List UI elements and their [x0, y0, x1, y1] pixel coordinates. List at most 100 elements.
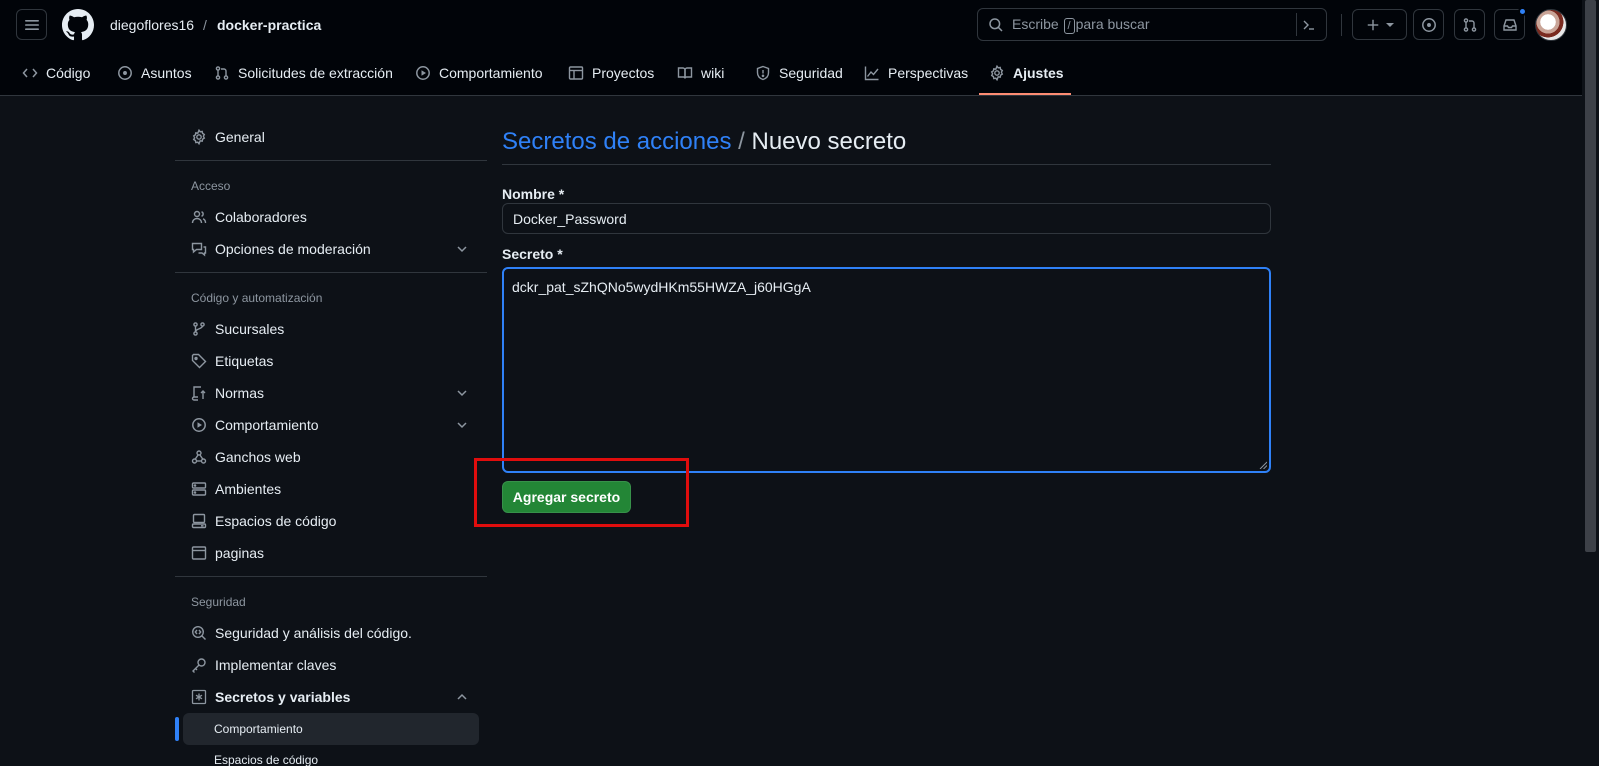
chevron-down-icon[interactable] [456, 419, 468, 431]
sidebar-item-webhooks[interactable]: Ganchos web [191, 447, 301, 467]
secret-value-field[interactable]: dckr_pat_sZhQNo5wydHKm55HWZA_j60HGgA [502, 267, 1271, 473]
search-placeholder-prefix: Escribe [1012, 15, 1059, 32]
sidebar-item-label: Etiquetas [215, 353, 274, 369]
tab-settings[interactable]: Ajustes [989, 54, 1064, 96]
top-header: diegoflores16 / docker-practica Escribe … [0, 0, 1599, 96]
sidebar-item-codespaces[interactable]: Espacios de código [191, 511, 336, 531]
your-issues-button[interactable] [1413, 9, 1444, 40]
server-icon [191, 482, 207, 496]
people-icon [191, 210, 207, 224]
shield-icon [756, 65, 770, 81]
caret-down-icon [1385, 22, 1394, 27]
repo-name-link[interactable]: docker-practica [217, 16, 321, 34]
key-icon [192, 658, 206, 673]
comment-discussion-icon [191, 242, 207, 257]
repo-push-icon [191, 386, 206, 401]
tag-icon [191, 353, 207, 369]
create-new-button[interactable] [1352, 9, 1407, 40]
title-divider [502, 164, 1271, 165]
sidebar-item-environments[interactable]: Ambientes [191, 479, 281, 499]
tab-label: Asuntos [141, 65, 192, 81]
gear-icon [990, 65, 1004, 81]
sidebar-divider [175, 576, 487, 577]
sidebar-item-label: Ganchos web [215, 449, 301, 465]
search-input[interactable]: Escribe / para buscar [977, 8, 1327, 41]
sidebar-item-moderation[interactable]: Opciones de moderación [191, 239, 371, 259]
tab-issues[interactable]: Asuntos [117, 54, 192, 96]
sidebar-subitem-codespaces[interactable]: Espacios de código [214, 753, 318, 766]
breadcrumb-secrets-link[interactable]: Secretos de acciones [502, 128, 731, 155]
repo-tabs: Código Asuntos Solicitudes de extracción… [0, 54, 1599, 96]
codespaces-icon [191, 513, 207, 529]
pull-request-icon [1463, 17, 1476, 32]
tab-label: Comportamiento [439, 65, 543, 81]
chevron-down-icon[interactable] [456, 243, 468, 255]
sidebar-item-label: Comportamiento [215, 417, 319, 433]
tab-label: Seguridad [779, 65, 843, 81]
sidebar-item-label: General [215, 129, 265, 145]
search-icon [989, 17, 1003, 32]
crumb-separator: / [203, 17, 207, 33]
tab-security[interactable]: Seguridad [755, 54, 843, 96]
sidebar-group-access: Acceso [191, 179, 231, 193]
resize-grip-icon[interactable] [1259, 461, 1267, 469]
sidebar-subitem-actions[interactable]: Comportamiento [214, 722, 303, 736]
sidebar-item-label: Opciones de moderación [215, 241, 371, 257]
sidebar-item-actions[interactable]: Comportamiento [191, 415, 319, 435]
chevron-up-icon[interactable] [456, 691, 468, 703]
unread-indicator [1518, 7, 1527, 16]
scrollbar-thumb[interactable] [1585, 0, 1596, 552]
annotation-highlight-box [474, 458, 689, 527]
menu-button[interactable] [16, 9, 47, 40]
tab-wiki[interactable]: wiki [677, 54, 724, 96]
search-placeholder: Escribe / para buscar [1012, 16, 1150, 34]
breadcrumb-current: Nuevo secreto [751, 128, 907, 155]
secret-name-field[interactable]: Docker_Password [502, 203, 1271, 234]
sidebar-item-secrets[interactable]: Secretos y variables [191, 687, 350, 707]
sidebar-item-tags[interactable]: Etiquetas [191, 351, 273, 371]
sidebar-item-deploy-keys[interactable]: Implementar claves [191, 655, 336, 675]
book-icon [677, 67, 693, 79]
sidebar-item-label: Seguridad y análisis del código. [215, 625, 412, 641]
tab-projects[interactable]: Proyectos [568, 54, 654, 96]
inbox-icon [1502, 18, 1517, 31]
table-icon [568, 66, 584, 80]
repo-owner-link[interactable]: diegoflores16 [110, 16, 194, 34]
tab-label: wiki [701, 65, 725, 81]
sidebar-item-branches[interactable]: Sucursales [191, 319, 284, 339]
sidebar-item-general[interactable]: General [191, 127, 265, 147]
your-pull-requests-button[interactable] [1454, 9, 1485, 40]
gear-icon [192, 129, 206, 145]
sidebar-item-collaborators[interactable]: Colaboradores [191, 207, 307, 227]
sidebar-item-label: Implementar claves [215, 657, 337, 673]
tab-label: Código [46, 65, 91, 81]
sidebar-item-rules[interactable]: Normas [191, 383, 264, 403]
sidebar-item-code-security[interactable]: Seguridad y análisis del código. [191, 623, 412, 643]
sidebar-divider [175, 272, 487, 273]
notifications-button[interactable] [1494, 7, 1527, 40]
active-tab-indicator [979, 93, 1071, 95]
tab-label: Ajustes [1013, 65, 1064, 81]
name-label: Nombre * [502, 186, 565, 202]
chevron-down-icon[interactable] [456, 387, 468, 399]
command-palette-button[interactable] [1296, 13, 1320, 36]
codescan-icon [191, 625, 206, 640]
webhook-icon [191, 450, 207, 464]
user-avatar[interactable] [1535, 9, 1567, 41]
sidebar-item-label: Ambientes [215, 481, 282, 497]
tab-code[interactable]: Código [22, 54, 90, 96]
sidebar-item-pages[interactable]: paginas [191, 543, 264, 563]
issue-icon [118, 66, 132, 80]
tab-pull-requests[interactable]: Solicitudes de extracción [214, 54, 393, 96]
secret-value-text: dckr_pat_sZhQNo5wydHKm55HWZA_j60HGgA [512, 279, 811, 295]
tab-actions[interactable]: Comportamiento [415, 54, 543, 96]
tab-insights[interactable]: Perspectivas [864, 54, 968, 96]
sidebar-item-label: Colaboradores [215, 209, 307, 225]
play-icon [192, 418, 206, 432]
tab-label: Perspectivas [888, 65, 969, 81]
github-logo-icon[interactable] [62, 9, 94, 41]
tab-label: Proyectos [592, 65, 655, 81]
sidebar-item-label: Espacios de código [215, 513, 337, 529]
asterisk-icon [191, 689, 207, 705]
play-icon [416, 66, 430, 80]
